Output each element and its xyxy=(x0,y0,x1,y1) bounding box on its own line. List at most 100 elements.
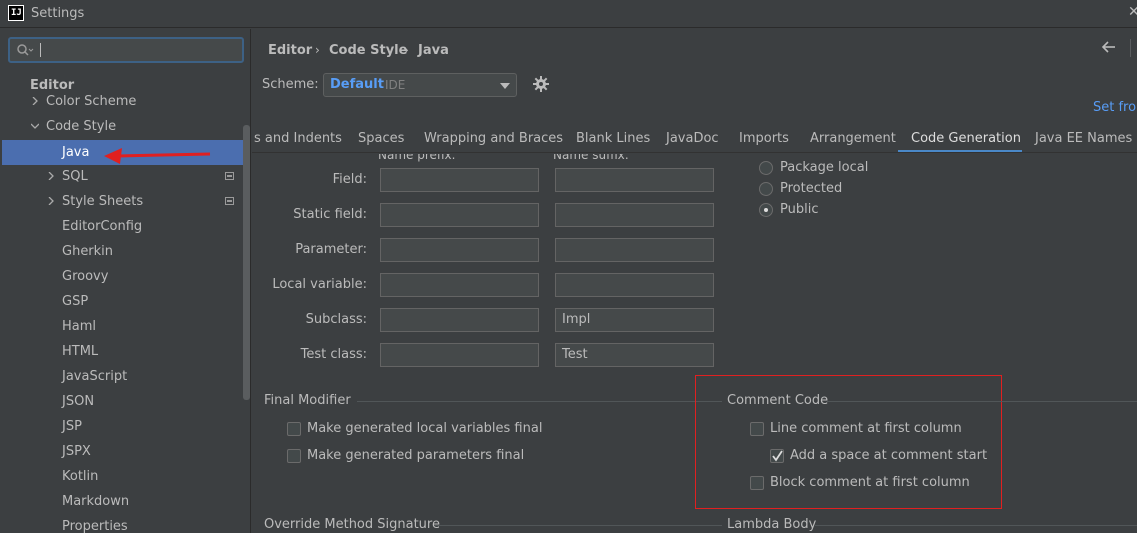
sidebar-item-properties[interactable]: Properties xyxy=(0,514,250,533)
visibility-radio-protected[interactable] xyxy=(759,182,773,196)
visibility-radio-package-local[interactable] xyxy=(759,161,773,175)
local-variable-prefix-input[interactable] xyxy=(380,273,539,297)
breadcrumb-separator: › xyxy=(404,43,409,57)
tab-code-generation[interactable]: Code Generation xyxy=(911,131,1021,146)
naming-row-label: Subclass: xyxy=(305,312,367,327)
naming-row-label: Static field: xyxy=(293,207,367,222)
section-divider xyxy=(434,525,722,526)
sidebar-item-javascript[interactable]: JavaScript xyxy=(0,364,250,389)
chevron-right-icon[interactable] xyxy=(31,97,39,105)
test-class-suffix-input[interactable]: Test xyxy=(555,343,714,367)
tab-arrangement[interactable]: Arrangement xyxy=(810,131,896,146)
override-method-signature-title: Override Method Signature xyxy=(264,517,440,532)
scheme-label: Scheme: xyxy=(262,77,319,92)
sidebar-item-label: SQL xyxy=(62,169,88,184)
sidebar-item-label: JavaScript xyxy=(62,369,128,384)
field-prefix-input[interactable] xyxy=(380,168,539,192)
column-header-suffix: Name suffix: xyxy=(553,154,629,162)
naming-row-label: Test class: xyxy=(300,347,367,362)
search-input[interactable] xyxy=(8,37,244,63)
settings-main-panel: Editor › Code Style › Java Scheme: Defau… xyxy=(252,29,1137,533)
sidebar-item-gsp[interactable]: GSP xyxy=(0,289,250,314)
sidebar-item-label: JSON xyxy=(62,394,95,409)
sidebar-item-label: JSPX xyxy=(62,444,91,459)
scheme-dropdown[interactable]: Default IDE xyxy=(323,73,517,97)
subclass-prefix-input[interactable] xyxy=(380,308,539,332)
close-icon[interactable]: ✕ xyxy=(1128,4,1137,20)
sidebar-item-code-style[interactable]: Code Style xyxy=(0,114,250,139)
final-modifier-title: Final Modifier xyxy=(264,393,351,408)
tab-tabs-and-indents[interactable]: s and Indents xyxy=(254,131,342,146)
tab-wrapping-and-braces[interactable]: Wrapping and Braces xyxy=(424,131,563,146)
sidebar-item-kotlin[interactable]: Kotlin xyxy=(0,464,250,489)
add-space-comment-start-checkbox[interactable] xyxy=(770,449,784,463)
tab-imports[interactable]: Imports xyxy=(739,131,789,146)
sidebar-item-label: Markdown xyxy=(62,494,130,509)
tab-spaces[interactable]: Spaces xyxy=(358,131,404,146)
line-comment-first-column-checkbox[interactable] xyxy=(750,422,764,436)
tab-blank-lines[interactable]: Blank Lines xyxy=(576,131,650,146)
gear-icon[interactable] xyxy=(532,75,550,93)
checkbox-label: Block comment at first column xyxy=(770,475,970,490)
local-variable-suffix-input[interactable] xyxy=(555,273,714,297)
sidebar-item-gherkin[interactable]: Gherkin xyxy=(0,239,250,264)
tab-javadoc[interactable]: JavaDoc xyxy=(666,131,719,146)
text-caret xyxy=(40,43,41,57)
sidebar-item-markdown[interactable]: Markdown xyxy=(0,489,250,514)
project-scope-icon xyxy=(225,197,234,205)
tab-java-ee-names[interactable]: Java EE Names xyxy=(1035,131,1132,146)
sidebar-scrollbar[interactable] xyxy=(243,125,250,400)
sidebar-item-label: Gherkin xyxy=(62,244,114,259)
final-local-variables-checkbox[interactable] xyxy=(287,422,301,436)
checkbox-label: Make generated local variables final xyxy=(307,421,543,436)
final-parameters-checkbox[interactable] xyxy=(287,449,301,463)
sidebar-item-haml[interactable]: Haml xyxy=(0,314,250,339)
sidebar-item-color-scheme[interactable]: Color Scheme xyxy=(0,89,250,114)
title-bar: IJ Settings ✕ xyxy=(0,0,1137,28)
test-class-prefix-input[interactable] xyxy=(380,343,539,367)
breadcrumb-java: Java xyxy=(418,43,449,58)
breadcrumb-code-style[interactable]: Code Style xyxy=(329,43,407,58)
chevron-right-icon[interactable] xyxy=(47,197,55,205)
sidebar-item-label: Style Sheets xyxy=(62,194,144,209)
sidebar-item-label: Properties xyxy=(62,519,128,533)
settings-sidebar: Editor Color Scheme Code Style Java SQL … xyxy=(0,29,251,533)
code-generation-content: Name prefix: Name suffix: Field: Static … xyxy=(252,154,1137,533)
checkbox-label: Make generated parameters final xyxy=(307,448,525,463)
sidebar-item-sql[interactable]: SQL xyxy=(0,164,250,189)
back-arrow-icon[interactable] xyxy=(1101,39,1117,55)
sidebar-item-editorconfig[interactable]: EditorConfig xyxy=(0,214,250,239)
radio-label: Package local xyxy=(780,160,869,175)
sidebar-item-jsp[interactable]: JSP xyxy=(0,414,250,439)
naming-row-label: Field: xyxy=(332,172,367,187)
block-comment-first-column-checkbox[interactable] xyxy=(750,476,764,490)
set-from-link[interactable]: Set from... xyxy=(1093,100,1137,115)
subclass-suffix-input[interactable]: Impl xyxy=(555,308,714,332)
sidebar-item-label: EditorConfig xyxy=(62,219,143,234)
static-field-prefix-input[interactable] xyxy=(380,203,539,227)
lambda-body-title: Lambda Body xyxy=(727,517,817,532)
static-field-suffix-input[interactable] xyxy=(555,203,714,227)
section-divider xyxy=(357,401,722,402)
sidebar-item-groovy[interactable]: Groovy xyxy=(0,264,250,289)
breadcrumb-separator: › xyxy=(315,43,320,57)
naming-row-label: Parameter: xyxy=(295,242,367,257)
active-tab-indicator xyxy=(898,150,1022,152)
visibility-radio-public[interactable] xyxy=(759,203,773,217)
checkbox-label: Add a space at comment start xyxy=(790,448,988,463)
scheme-type: IDE xyxy=(385,78,406,92)
parameter-prefix-input[interactable] xyxy=(380,238,539,262)
parameter-suffix-input[interactable] xyxy=(555,238,714,262)
sidebar-item-label: Kotlin xyxy=(62,469,99,484)
field-suffix-input[interactable] xyxy=(555,168,714,192)
chevron-down-icon[interactable] xyxy=(31,122,39,130)
sidebar-item-html[interactable]: HTML xyxy=(0,339,250,364)
sidebar-item-jspx[interactable]: JSPX xyxy=(0,439,250,464)
sidebar-item-json[interactable]: JSON xyxy=(0,389,250,414)
breadcrumb-editor[interactable]: Editor xyxy=(268,43,312,58)
project-scope-icon xyxy=(225,172,234,180)
sidebar-item-style-sheets[interactable]: Style Sheets xyxy=(0,189,250,214)
chevron-right-icon[interactable] xyxy=(47,172,55,180)
tab-bar: s and Indents Spaces Wrapping and Braces… xyxy=(252,125,1137,153)
dropdown-arrow-icon xyxy=(500,83,510,89)
